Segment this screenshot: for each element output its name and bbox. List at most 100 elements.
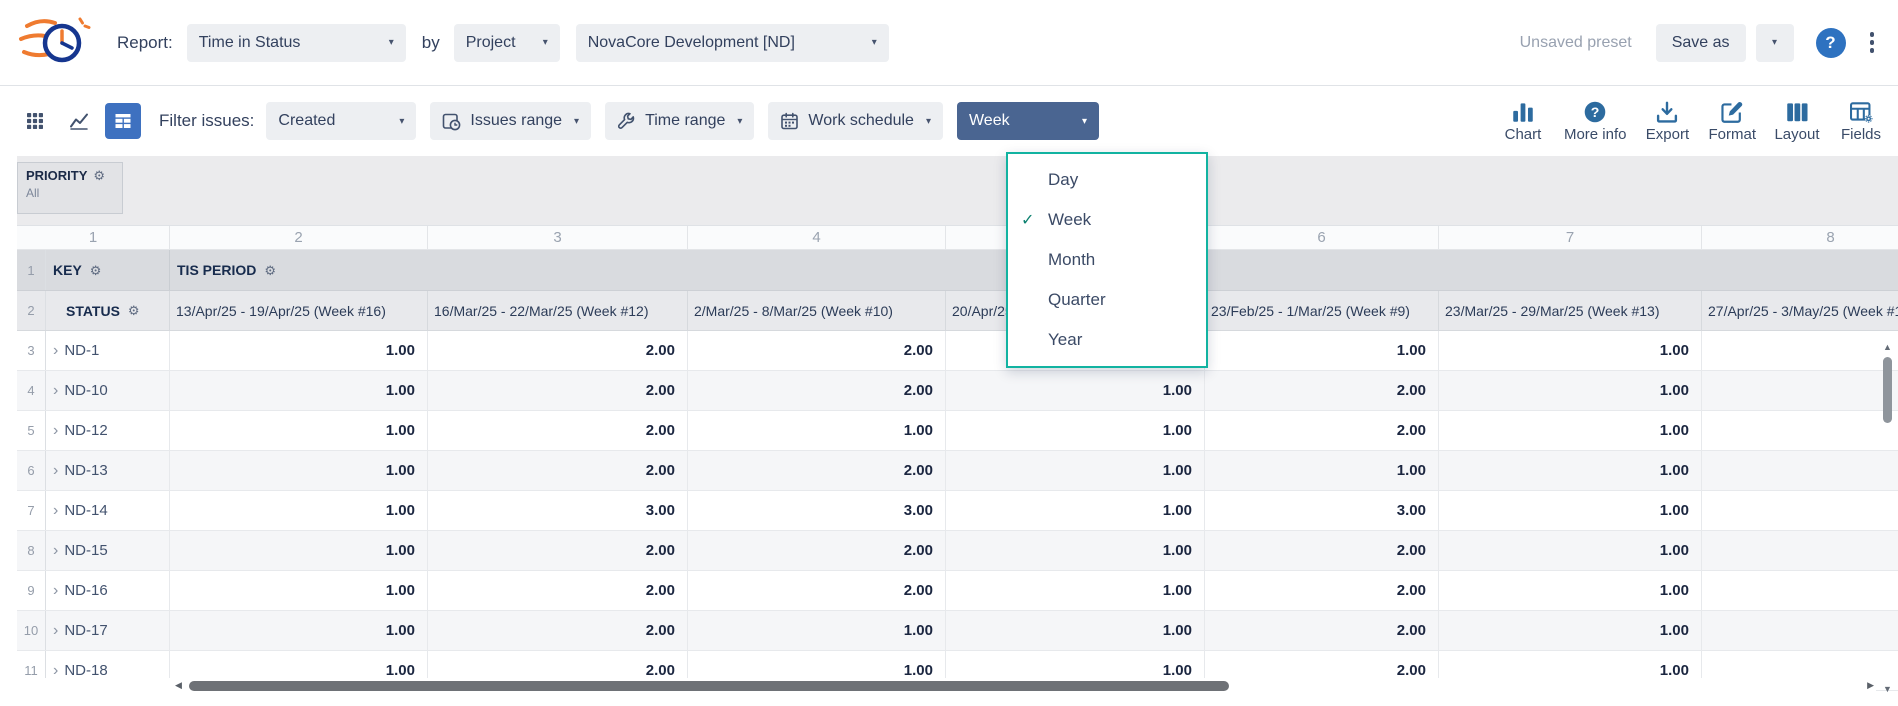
key-header-label: KEY [53,262,82,278]
value-cell: 1.00 [1439,411,1702,450]
settings-gear-icon[interactable]: ⚙ [128,304,140,317]
issue-key-cell[interactable]: ›ND-15 [46,531,170,570]
save-as-chevron-button[interactable]: ▾ [1756,24,1794,62]
value-cell: 1.00 [1439,451,1702,490]
expand-icon[interactable]: › [53,622,58,640]
menu-item-month[interactable]: Month [1008,240,1206,280]
value-cell [1702,611,1898,650]
menu-item-quarter[interactable]: Quarter [1008,280,1206,320]
grid-view-toggle[interactable] [17,103,53,139]
value-cell: 2.00 [688,331,946,370]
status-column-header[interactable]: STATUS ⚙ [46,291,170,330]
value-cell: 1.00 [946,371,1205,410]
period-dropdown-open[interactable]: Week ▾ [957,102,1099,140]
expand-icon[interactable]: › [53,542,58,560]
value-cell: 1.00 [1439,571,1702,610]
horizontal-scrollbar[interactable]: ◀ ▶ [17,678,1876,694]
value-cell: 2.00 [688,451,946,490]
menu-item-label: Week [1048,210,1091,230]
issue-key-cell[interactable]: › ND-16 [46,571,170,610]
chevron-down-icon: ▾ [389,37,394,48]
priority-chip-value: All [26,186,114,200]
expand-icon[interactable]: › [53,342,58,360]
layout-action-button[interactable]: Layout [1774,99,1820,143]
priority-filter-chip[interactable]: PRIORITY ⚙ All [17,162,123,214]
issue-key-cell[interactable]: ›ND-10 [46,371,170,410]
expand-icon[interactable]: › [53,662,58,680]
work-schedule-button[interactable]: Work schedule ▾ [768,102,943,140]
expand-icon[interactable]: › [53,502,58,520]
menu-item-day[interactable]: Day [1008,160,1206,200]
group-by-dropdown[interactable]: Project ▾ [454,24,560,62]
expand-icon[interactable]: › [53,462,58,480]
chevron-down-icon: ▾ [574,116,579,127]
pencil-icon [1719,99,1745,125]
row-number: 6 [17,451,46,490]
report-type-dropdown[interactable]: Time in Status ▾ [187,24,406,62]
grid-icon [26,112,44,130]
row-number: 5 [17,411,46,450]
status-header-label: STATUS [66,303,120,319]
table-grid: 12345678 1 KEY ⚙ TIS PERIOD ⚙ 2 STATUS ⚙ [17,226,1898,691]
value-cell: 1.00 [946,611,1205,650]
menu-item-label: Day [1048,170,1078,190]
row-number: 1 [17,250,46,290]
value-cell: 2.00 [1205,611,1439,650]
chevron-down-icon: ▾ [872,37,877,48]
more-info-action-button[interactable]: ? More info [1564,99,1627,143]
issue-key-cell[interactable]: ›ND-1 [46,331,170,370]
wrench-icon [617,112,636,131]
scroll-down-arrow-icon[interactable]: ▼ [1881,684,1894,694]
chevron-down-icon: ▾ [737,116,742,127]
expand-icon[interactable]: › [53,582,58,600]
period-column-header: 13/Apr/25 - 19/Apr/25 (Week #16) [170,291,428,330]
value-cell: 2.00 [1205,571,1439,610]
key-column-header[interactable]: KEY ⚙ [46,250,170,290]
expand-icon[interactable]: › [53,422,58,440]
time-in-status-app: Report: Time in Status ▾ by Project ▾ No… [0,0,1898,706]
settings-gear-icon[interactable]: ⚙ [90,264,102,277]
value-cell: 2.00 [1205,411,1439,450]
vertical-scrollbar-thumb[interactable] [1883,357,1892,423]
filter-issues-dropdown[interactable]: Created ▾ [266,102,416,140]
chart-view-toggle[interactable] [61,103,97,139]
menu-item-year[interactable]: Year [1008,320,1206,360]
toolbar-actions: Chart ? More info Export Format Layout F… [1500,99,1884,143]
settings-gear-icon[interactable]: ⚙ [264,264,276,277]
issues-range-button[interactable]: Issues range ▾ [430,102,591,140]
column-number: 2 [170,226,428,249]
app-logo-icon [17,13,91,73]
value-cell: 1.00 [688,411,946,450]
value-cell: 2.00 [688,371,946,410]
menu-item-week-selected[interactable]: ✓ Week [1008,200,1206,240]
fields-action-button[interactable]: Fields [1838,99,1884,143]
issue-key: ND-16 [64,582,107,599]
table-body: 3›ND-11.002.002.001.001.004›ND-101.002.0… [17,331,1898,691]
scroll-right-arrow-icon[interactable]: ▶ [1867,680,1874,691]
value-cell: 1.00 [170,571,428,610]
scroll-left-arrow-icon[interactable]: ◀ [175,680,182,691]
table-header-row-2: 2 STATUS ⚙ 13/Apr/25 - 19/Apr/25 (Week #… [17,291,1898,331]
settings-gear-icon[interactable]: ⚙ [93,169,105,182]
chart-action-button[interactable]: Chart [1500,99,1546,143]
horizontal-scrollbar-thumb[interactable] [189,681,1229,691]
time-range-button[interactable]: Time range ▾ [605,102,754,140]
menu-item-label: Quarter [1048,290,1106,310]
value-cell: 2.00 [428,371,688,410]
filter-issues-label: Filter issues: [159,111,254,131]
export-action-button[interactable]: Export [1644,99,1690,143]
issue-key-cell[interactable]: ›ND-13 [46,451,170,490]
format-action-button[interactable]: Format [1708,99,1756,143]
vertical-scrollbar[interactable]: ▲ ▼ [1881,342,1894,694]
issue-key-cell[interactable]: ›ND-14 [46,491,170,530]
table-view-toggle-selected[interactable] [105,103,141,139]
issue-key-cell[interactable]: ›ND-12 [46,411,170,450]
project-dropdown[interactable]: NovaCore Development [ND] ▾ [576,24,889,62]
kebab-menu-icon[interactable] [1866,28,1879,57]
expand-icon[interactable]: › [53,382,58,400]
help-icon[interactable]: ? [1816,28,1846,58]
save-as-button[interactable]: Save as [1656,24,1746,62]
export-action-label: Export [1646,126,1689,143]
issue-key-cell[interactable]: ›ND-17 [46,611,170,650]
scroll-up-arrow-icon[interactable]: ▲ [1881,342,1894,352]
